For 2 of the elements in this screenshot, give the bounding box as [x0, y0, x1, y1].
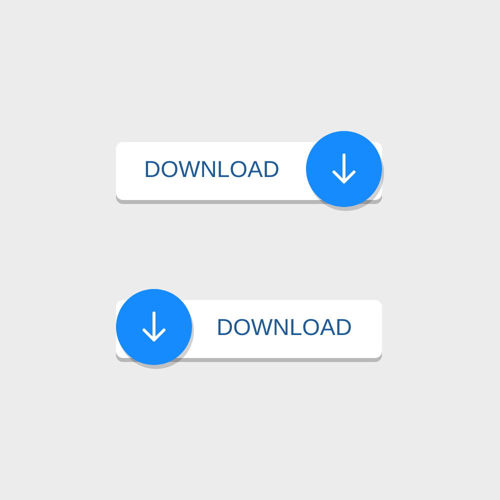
download-button[interactable]: DOWNLOAD	[116, 131, 384, 211]
download-button[interactable]: DOWNLOAD	[116, 289, 384, 369]
